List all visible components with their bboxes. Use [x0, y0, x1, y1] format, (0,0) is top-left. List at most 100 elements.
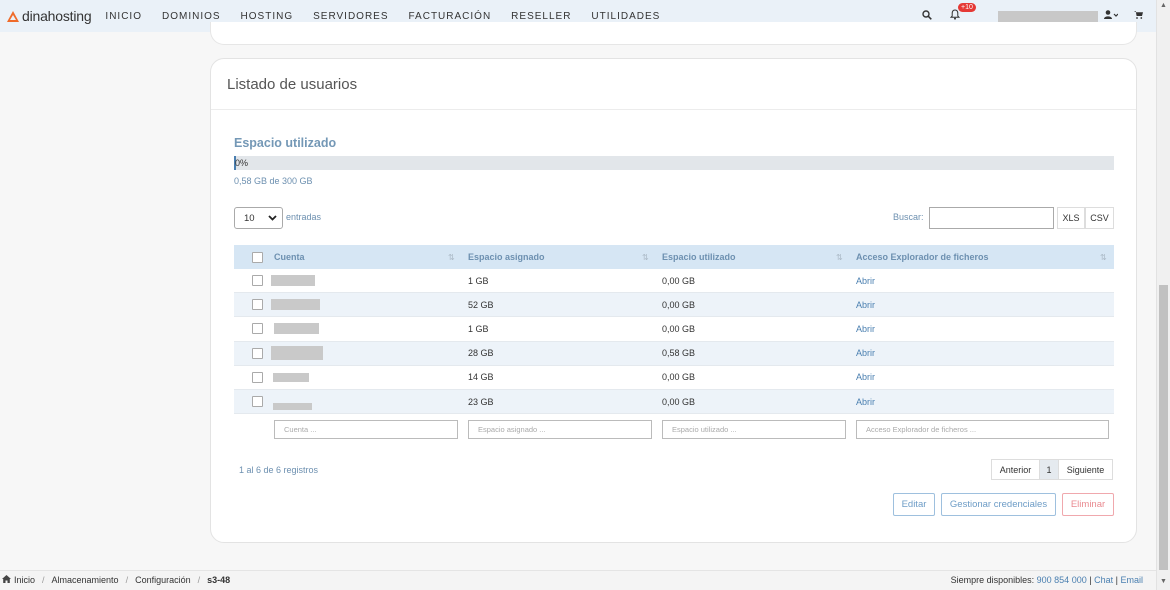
table-row: 28 GB 0,58 GB Abrir: [234, 341, 1114, 366]
sort-icon[interactable]: ⇅: [448, 253, 455, 262]
pagination-page-1[interactable]: 1: [1040, 460, 1059, 479]
filter-assigned-input[interactable]: Espacio asignado ...: [468, 420, 652, 440]
row-checkbox[interactable]: [252, 275, 263, 287]
contact-info: Siempre disponibles: 900 854 000 | Chat …: [951, 575, 1143, 585]
page-footer: Inicio / Almacenamiento / Configuración …: [0, 570, 1156, 590]
sort-icon[interactable]: ⇅: [836, 253, 843, 262]
assigned-space: 1 GB: [468, 275, 489, 286]
table-row: 1 GB 0,00 GB Abrir: [234, 317, 1114, 342]
breadcrumb-current: s3-48: [207, 575, 231, 585]
assigned-space: 14 GB: [468, 372, 494, 383]
pagination: Anterior 1 Siguiente: [991, 459, 1113, 480]
notifications-bell-icon[interactable]: +10: [949, 3, 976, 23]
used-space: 0,00 GB: [662, 396, 696, 407]
nav-item-servidores[interactable]: SERVIDORES: [313, 11, 388, 22]
export-csv-button[interactable]: CSV: [1085, 207, 1114, 229]
scrollbar-thumb[interactable]: [1159, 285, 1168, 570]
pagination-previous[interactable]: Anterior: [992, 460, 1040, 479]
used-space: 0,58 GB: [662, 348, 696, 359]
space-used-title: Espacio utilizado: [234, 136, 337, 150]
edit-button[interactable]: Editar: [893, 493, 935, 516]
assigned-space: 52 GB: [468, 299, 494, 310]
sort-icon[interactable]: ⇅: [642, 253, 649, 262]
used-space: 0,00 GB: [662, 372, 696, 383]
space-used-summary: 0,58 GB de 300 GB: [234, 176, 313, 186]
column-header-assigned[interactable]: Espacio asignado: [468, 252, 545, 262]
card-divider: [211, 109, 1136, 110]
table-row: 14 GB 0,00 GB Abrir: [234, 366, 1114, 390]
breadcrumb-separator: /: [197, 575, 201, 585]
filter-account-input[interactable]: Cuenta ...: [274, 420, 458, 440]
row-checkbox[interactable]: [252, 299, 263, 311]
open-explorer-link[interactable]: Abrir: [856, 397, 875, 407]
open-explorer-link[interactable]: Abrir: [856, 276, 875, 286]
delete-button[interactable]: Eliminar: [1062, 493, 1114, 516]
breadcrumb-inicio[interactable]: Inicio: [14, 575, 35, 585]
account-name-redacted: [271, 275, 315, 287]
entries-label: entradas: [286, 212, 322, 222]
nav-item-reseller[interactable]: RESELLER: [511, 11, 571, 22]
card-title: Listado de usuarios: [227, 76, 358, 93]
contact-label: Siempre disponibles:: [950, 575, 1035, 585]
manage-credentials-button[interactable]: Gestionar credenciales: [941, 493, 1056, 516]
scroll-up-arrow-icon[interactable]: ▲: [1160, 2, 1167, 9]
entries-length-value: 10: [244, 212, 255, 224]
user-menu-icon[interactable]: [1104, 10, 1119, 22]
used-space: 0,00 GB: [662, 299, 696, 310]
space-progress-bar: 0%: [234, 156, 1114, 170]
table-row: 23 GB 0,00 GB Abrir: [234, 389, 1114, 415]
home-icon[interactable]: [2, 575, 11, 585]
pagination-next[interactable]: Siguiente: [1059, 460, 1112, 479]
filter-explorer-input[interactable]: Acceso Explorador de ficheros ...: [856, 420, 1109, 440]
search-icon[interactable]: [922, 9, 932, 23]
nav-item-hosting[interactable]: HOSTING: [241, 11, 294, 22]
cart-icon[interactable]: [1134, 10, 1143, 22]
column-header-used[interactable]: Espacio utilizado: [662, 252, 736, 262]
account-name-redacted: [273, 402, 312, 410]
sort-icon[interactable]: ⇅: [1100, 253, 1107, 262]
account-name-redacted: [273, 372, 309, 382]
assigned-space: 28 GB: [468, 348, 494, 359]
contact-separator: |: [1115, 575, 1118, 585]
breadcrumb-configuracion[interactable]: Configuración: [135, 575, 191, 585]
nav-item-facturacion[interactable]: FACTURACIÓN: [409, 11, 492, 22]
users-list-card: Listado de usuarios Espacio utilizado 0%…: [210, 58, 1137, 543]
search-label: Buscar:: [893, 212, 924, 222]
brand-logo[interactable]: dinahosting: [7, 0, 92, 32]
nav-item-utilidades[interactable]: UTILIDADES: [591, 11, 660, 22]
filter-used-input[interactable]: Espacio utilizado ...: [662, 420, 846, 440]
vertical-scrollbar[interactable]: ▲ ▼: [1156, 0, 1170, 590]
column-filters: Cuenta ... Espacio asignado ... Espacio …: [234, 414, 1114, 444]
select-all-checkbox[interactable]: [252, 251, 263, 263]
account-name-redacted: [271, 346, 323, 361]
user-name-redacted[interactable]: [998, 10, 1098, 22]
open-explorer-link[interactable]: Abrir: [856, 324, 875, 334]
contact-email-link[interactable]: Email: [1120, 575, 1143, 585]
column-header-account[interactable]: Cuenta: [274, 252, 305, 262]
main-menu: INICIO DOMINIOS HOSTING SERVIDORES FACTU…: [105, 11, 680, 22]
breadcrumb-almacenamiento[interactable]: Almacenamiento: [52, 575, 119, 585]
search-input[interactable]: [929, 207, 1054, 229]
row-checkbox[interactable]: [252, 396, 263, 408]
column-header-file-explorer[interactable]: Acceso Explorador de ficheros: [856, 252, 989, 262]
export-xls-button[interactable]: XLS: [1057, 207, 1085, 229]
contact-phone-link[interactable]: 900 854 000: [1037, 575, 1087, 585]
contact-chat-link[interactable]: Chat: [1094, 575, 1113, 585]
used-space: 0,00 GB: [662, 323, 696, 334]
scroll-down-arrow-icon[interactable]: ▼: [1160, 578, 1167, 585]
table-row: 1 GB 0,00 GB Abrir: [234, 269, 1114, 294]
breadcrumb-separator: /: [42, 575, 45, 585]
users-table: Cuenta ⇅ Espacio asignado ⇅ Espacio util…: [234, 245, 1114, 444]
used-space: 0,00 GB: [662, 275, 696, 286]
open-explorer-link[interactable]: Abrir: [856, 348, 875, 358]
account-name-redacted: [271, 299, 320, 311]
row-checkbox[interactable]: [252, 323, 263, 335]
contact-separator: |: [1089, 575, 1092, 585]
open-explorer-link[interactable]: Abrir: [856, 372, 875, 382]
nav-item-dominios[interactable]: DOMINIOS: [162, 11, 221, 22]
open-explorer-link[interactable]: Abrir: [856, 300, 875, 310]
entries-length-select[interactable]: 10: [234, 207, 283, 229]
row-checkbox[interactable]: [252, 371, 263, 383]
row-checkbox[interactable]: [252, 347, 263, 359]
nav-item-inicio[interactable]: INICIO: [105, 11, 142, 22]
